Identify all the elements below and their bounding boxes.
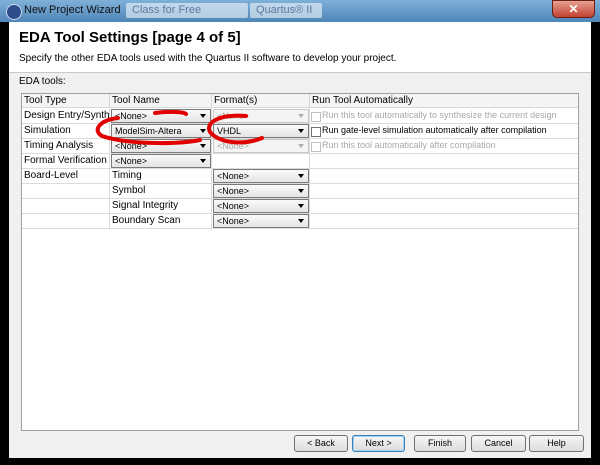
column-header-tool-name: Tool Name (110, 94, 212, 108)
chevron-down-icon (298, 174, 304, 178)
run-automatically-label: Run this tool automatically to synthesiz… (322, 110, 557, 120)
board-level-tool-label: Timing (112, 170, 142, 181)
run-automatically-checkbox (311, 142, 321, 152)
format-select: <None> (213, 109, 309, 123)
tool-name-select[interactable]: <None> (111, 139, 211, 153)
select-value: <None> (217, 171, 250, 181)
run-automatically-checkbox (311, 112, 321, 122)
column-divider (309, 108, 310, 230)
select-value: <None> (217, 216, 250, 226)
select-value: <None> (217, 111, 250, 121)
format-select[interactable]: <None> (213, 169, 309, 183)
select-value: <None> (217, 141, 250, 151)
tool-type-label: Timing Analysis (24, 140, 94, 151)
select-value: <None> (115, 141, 148, 151)
tool-type-label: Board-Level (24, 170, 78, 181)
back-button[interactable]: < Back (294, 435, 348, 452)
format-select[interactable]: <None> (213, 184, 309, 198)
chevron-down-icon (298, 129, 304, 133)
format-select[interactable]: VHDL (213, 124, 309, 138)
quartus-app-icon (6, 4, 22, 20)
chevron-down-icon (298, 144, 304, 148)
select-value: <None> (115, 156, 148, 166)
next-button[interactable]: Next > (352, 435, 405, 452)
select-value: VHDL (217, 126, 242, 136)
finish-button[interactable]: Finish (414, 435, 466, 452)
select-value: <None> (217, 186, 250, 196)
column-header-run-tool: Run Tool Automatically (310, 94, 578, 108)
column-header-formats: Format(s) (212, 94, 310, 108)
board-level-tool-label: Boundary Scan (112, 215, 181, 226)
background-tab: Class for Free (126, 3, 248, 18)
select-value: <None> (115, 111, 148, 121)
wizard-header: EDA Tool Settings [page 4 of 5] Specify … (9, 22, 591, 73)
section-label: EDA tools: (19, 76, 66, 87)
tool-type-label: Formal Verification (24, 155, 107, 166)
select-value: ModelSim-Altera (115, 126, 182, 136)
eda-tools-table: Tool Type Tool Name Format(s) Run Tool A… (21, 93, 579, 431)
chevron-down-icon (200, 159, 206, 163)
row-divider (22, 228, 578, 229)
chevron-down-icon (298, 204, 304, 208)
tool-type-label: Design Entry/Synthesis (24, 110, 110, 121)
background-tab: Quartus® II (250, 3, 322, 18)
chevron-down-icon (298, 189, 304, 193)
close-button[interactable]: ✕ (552, 0, 595, 18)
tool-name-select[interactable]: ModelSim-Altera (111, 124, 211, 138)
chevron-down-icon (298, 219, 304, 223)
tool-name-select[interactable]: <None> (111, 154, 211, 168)
page-subtitle: Specify the other EDA tools used with th… (19, 53, 397, 64)
format-select: <None> (213, 139, 309, 153)
chevron-down-icon (200, 144, 206, 148)
board-level-tool-label: Signal Integrity (112, 200, 179, 211)
format-select[interactable]: <None> (213, 199, 309, 213)
wizard-window: EDA Tool Settings [page 4 of 5] Specify … (9, 22, 591, 458)
format-select[interactable]: <None> (213, 214, 309, 228)
page-title: EDA Tool Settings [page 4 of 5] (19, 29, 241, 46)
chevron-down-icon (298, 114, 304, 118)
tool-type-label: Simulation (24, 125, 71, 136)
help-button[interactable]: Help (529, 435, 584, 452)
select-value: <None> (217, 201, 250, 211)
run-automatically-label: Run this tool automatically after compil… (322, 140, 496, 150)
board-level-tool-label: Symbol (112, 185, 146, 196)
window-titlebar: New Project Wizard Class for Free Quartu… (0, 0, 600, 22)
chevron-down-icon (200, 129, 206, 133)
window-title: New Project Wizard (24, 4, 121, 16)
column-header-tool-type: Tool Type (22, 94, 110, 108)
chevron-down-icon (200, 114, 206, 118)
cancel-button[interactable]: Cancel (471, 435, 526, 452)
run-automatically-checkbox[interactable] (311, 127, 321, 137)
tool-name-select[interactable]: <None> (111, 109, 211, 123)
run-automatically-label[interactable]: Run gate-level simulation automatically … (322, 124, 547, 136)
